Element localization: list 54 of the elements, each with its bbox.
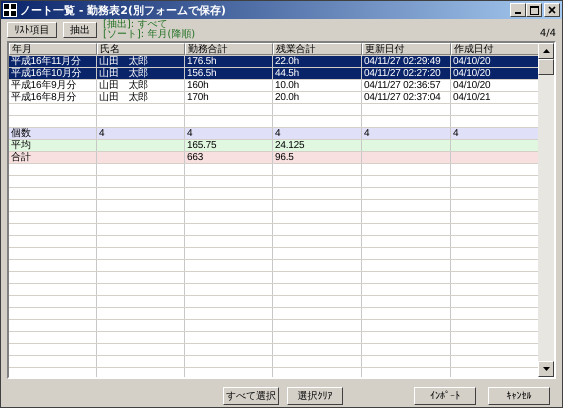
toolbar-button[interactable]: ﾘｽﾄ項目 bbox=[7, 22, 57, 38]
column-header[interactable]: 氏名 bbox=[97, 43, 185, 55]
table-cell: 平成16年10月分 bbox=[9, 68, 97, 79]
up-arrow-icon bbox=[542, 49, 550, 53]
window-title: ノート一覧 - 勤務表2(別フォームで保存) bbox=[20, 2, 226, 18]
minimize-button[interactable] bbox=[510, 3, 526, 17]
table-cell: 24.125 bbox=[273, 140, 362, 151]
table-cell: 4 bbox=[362, 128, 451, 139]
scroll-up-button[interactable] bbox=[538, 43, 554, 59]
footer-button[interactable]: ｲﾝﾎﾟｰﾄ bbox=[414, 387, 476, 405]
down-arrow-icon bbox=[542, 367, 550, 371]
table-cell: 156.5h bbox=[185, 68, 273, 79]
table-cell: 663 bbox=[185, 152, 273, 163]
table-cell: 4 bbox=[185, 128, 273, 139]
footer-button[interactable]: すべて選択 bbox=[223, 387, 279, 405]
maximize-button[interactable] bbox=[526, 3, 542, 17]
table-cell: 個数 bbox=[9, 128, 97, 139]
app-icon bbox=[3, 3, 17, 17]
column-header[interactable]: 残業合計 bbox=[273, 43, 362, 55]
table-cell: 170h bbox=[185, 92, 273, 103]
toolbar-button[interactable]: 抽出 bbox=[63, 22, 97, 38]
maximize-icon bbox=[530, 6, 538, 14]
table-cell: 176.5h bbox=[185, 56, 273, 67]
scrollbar[interactable] bbox=[538, 43, 554, 377]
table-cell: 4 bbox=[273, 128, 362, 139]
table-cell: 平均 bbox=[9, 140, 97, 151]
table-cell: 160h bbox=[185, 80, 273, 91]
sort-label: [ソート]: 年月(降順) bbox=[103, 30, 196, 40]
table-cell: 平成16年9月分 bbox=[9, 80, 97, 91]
footer-button[interactable]: ｷｬﾝｾﾙ bbox=[488, 387, 550, 405]
table-cell: 22.0h bbox=[273, 56, 362, 67]
column-header[interactable]: 作成日付 bbox=[451, 43, 538, 55]
table-cell: 10.0h bbox=[273, 80, 362, 91]
close-icon bbox=[548, 6, 556, 14]
table-cell: 04/11/27 02:36:57 bbox=[362, 80, 451, 91]
filter-label: [抽出]: すべて bbox=[103, 20, 168, 30]
table-cell: 20.0h bbox=[273, 92, 362, 103]
table-cell: 平成16年8月分 bbox=[9, 92, 97, 103]
table-cell: 96.5 bbox=[273, 152, 362, 163]
table-cell: 平成16年11月分 bbox=[9, 56, 97, 67]
close-button[interactable] bbox=[544, 3, 560, 17]
scroll-thumb[interactable] bbox=[538, 59, 554, 75]
table-cell: 165.75 bbox=[185, 140, 273, 151]
footer-button[interactable]: 選択ｸﾘｱ bbox=[287, 387, 343, 405]
column-header[interactable]: 勤務合計 bbox=[185, 43, 273, 55]
table-cell: 合計 bbox=[9, 152, 97, 163]
table-cell: 44.5h bbox=[273, 68, 362, 79]
table-cell: 04/11/27 02:37:04 bbox=[362, 92, 451, 103]
table-cell: 04/11/27 02:29:49 bbox=[362, 56, 451, 67]
record-count: 4/4 bbox=[540, 28, 556, 39]
scroll-down-button[interactable] bbox=[538, 361, 554, 377]
column-header[interactable]: 年月 bbox=[9, 43, 97, 55]
table-cell: 04/11/27 02:27:20 bbox=[362, 68, 451, 79]
table-cell: 4 bbox=[97, 128, 185, 139]
